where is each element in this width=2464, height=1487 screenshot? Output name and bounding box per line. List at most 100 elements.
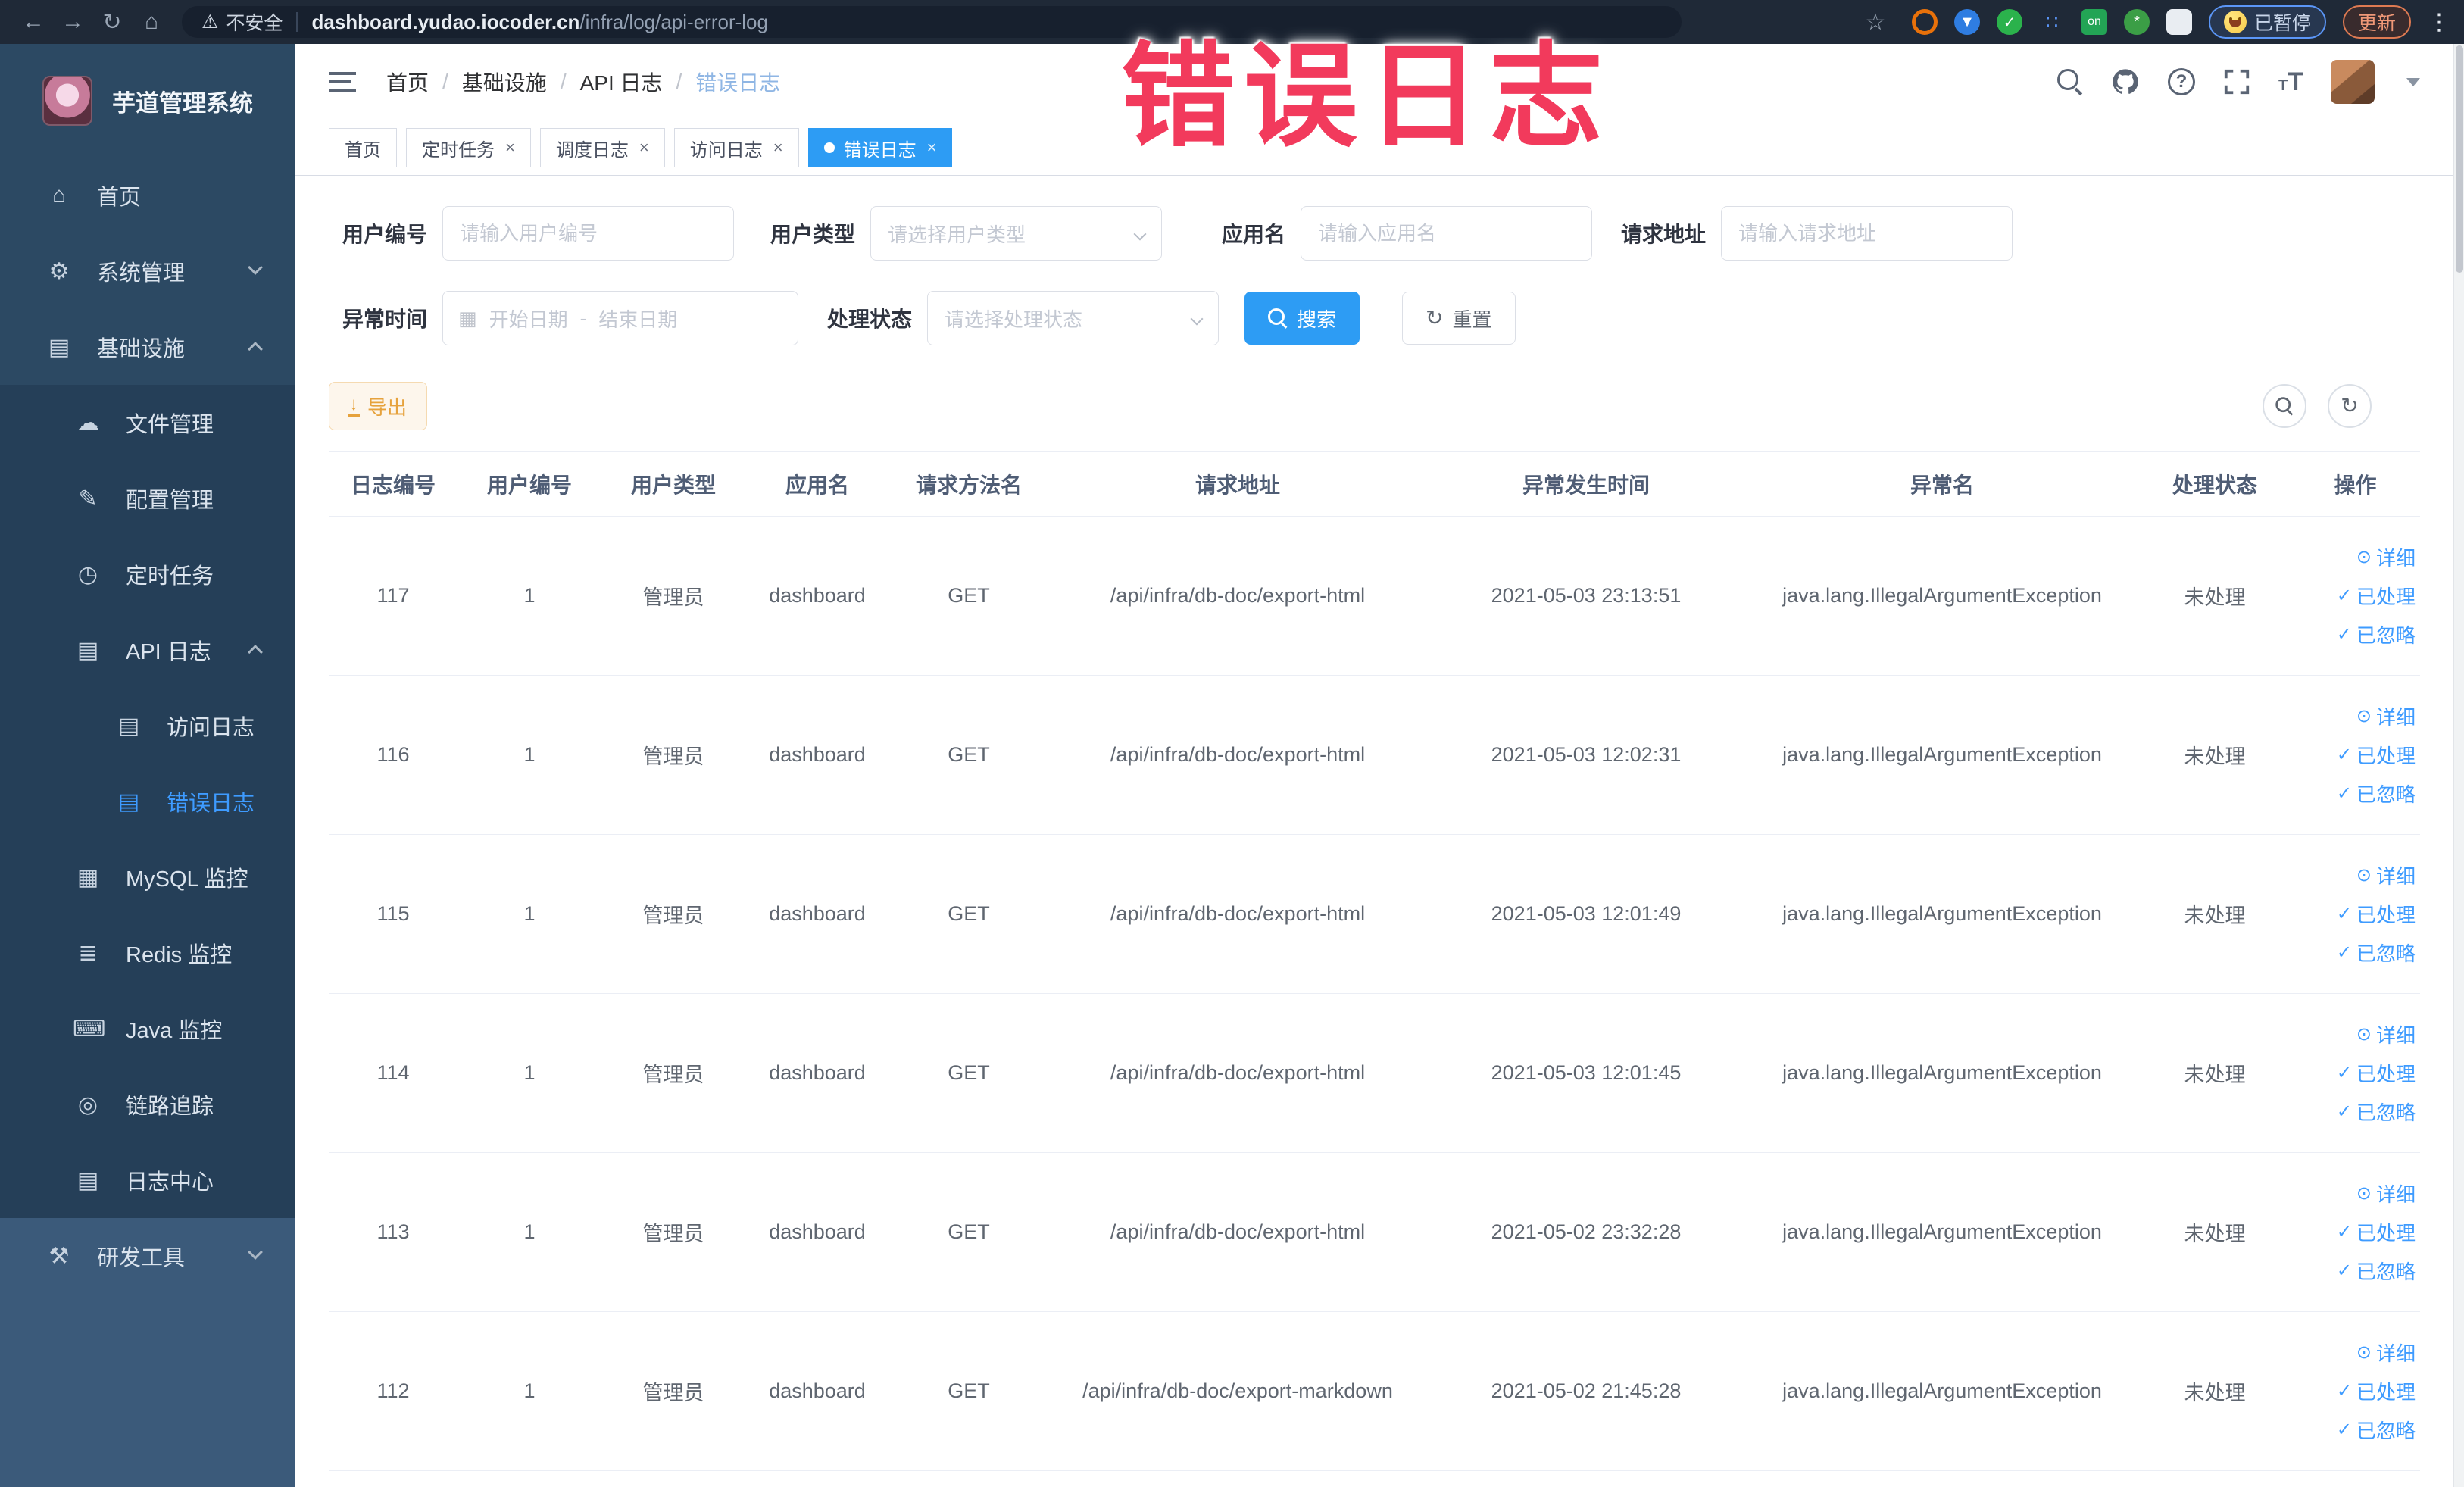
app-logo[interactable]: 芋道管理系统 (0, 44, 295, 158)
check-icon: ✓ (2336, 745, 2352, 765)
breadcrumb-home[interactable]: 首页 (386, 67, 429, 97)
caret-down-icon[interactable] (2406, 77, 2420, 86)
refresh-table-button[interactable]: ↻ (2328, 384, 2372, 428)
paused-badge[interactable]: 已暂停 (2208, 5, 2326, 39)
process-status-select[interactable]: 请选择处理状态 (927, 291, 1219, 345)
back-icon[interactable]: ← (14, 9, 53, 35)
mark-ignored-link[interactable]: ✓ 已忽略 (2337, 1416, 2416, 1444)
sidebar-item-error-log[interactable]: ▤ 错误日志 (0, 764, 295, 839)
scrollbar-thumb[interactable] (2456, 45, 2463, 273)
search-button[interactable]: 搜索 (1244, 292, 1360, 345)
detail-link[interactable]: ⊙ 详细 (2356, 1020, 2416, 1048)
fullscreen-icon[interactable] (2222, 67, 2251, 96)
tab-scheduled-tasks[interactable]: 定时任务 × (406, 128, 531, 167)
help-icon[interactable]: ? (2168, 68, 2195, 95)
check-icon: ✓ (2336, 1381, 2352, 1401)
active-tab-dot (823, 142, 835, 153)
cell-app-name: dashboard (745, 516, 889, 676)
mark-ignored-link[interactable]: ✓ 已忽略 (2337, 779, 2416, 808)
warning-icon: ⚠ (201, 11, 219, 33)
cell-log-id: 113 (329, 1152, 458, 1312)
calendar-icon: ▦ (458, 306, 477, 330)
col-request-url: 请求地址 (1048, 451, 1427, 517)
browser-menu-icon[interactable]: ⋮ (2428, 9, 2450, 36)
sidebar-item-access-log[interactable]: ▤ 访问日志 (0, 688, 295, 764)
forward-icon[interactable]: → (53, 9, 92, 35)
toggle-search-button[interactable] (2263, 384, 2306, 428)
mark-processed-link[interactable]: ✓ 已处理 (2337, 900, 2416, 928)
reset-button[interactable]: ↻ 重置 (1402, 292, 1516, 345)
close-icon[interactable]: × (927, 138, 937, 158)
breadcrumb-api-log[interactable]: API 日志 (580, 67, 663, 97)
export-button[interactable]: ↓ 导出 (329, 382, 428, 430)
sidebar-item-config-management[interactable]: ✎ 配置管理 (0, 461, 295, 536)
sidebar-item-trace[interactable]: ◎ 链路追踪 (0, 1067, 295, 1142)
sidebar-item-file-management[interactable]: ☁ 文件管理 (0, 385, 295, 461)
mark-processed-link[interactable]: ✓ 已处理 (2337, 741, 2416, 769)
tab-schedule-log[interactable]: 调度日志 × (539, 128, 665, 167)
detail-link[interactable]: ⊙ 详细 (2356, 861, 2416, 889)
cell-process-status: 未处理 (2139, 675, 2291, 835)
request-url-input[interactable] (1721, 206, 2013, 261)
extension-grid-icon[interactable]: ∷ (2039, 9, 2065, 35)
mark-ignored-link[interactable]: ✓ 已忽略 (2337, 939, 2416, 967)
mark-ignored-link[interactable]: ✓ 已忽略 (2337, 1257, 2416, 1285)
tab-home[interactable]: 首页 (329, 128, 397, 167)
user-avatar[interactable] (2331, 60, 2375, 104)
cell-user-type: 管理员 (601, 993, 745, 1153)
extension-sprout-icon[interactable]: * (2123, 9, 2150, 35)
mark-processed-link[interactable]: ✓ 已处理 (2337, 1218, 2416, 1246)
mark-processed-link[interactable]: ✓ 已处理 (2337, 582, 2416, 610)
sidebar-item-system-management[interactable]: ⚙ 系统管理 (0, 233, 295, 309)
cell-exception-name: java.lang.IllegalArgumentException (1745, 675, 2139, 835)
timer-icon: ◷ (77, 561, 98, 587)
close-icon[interactable]: × (639, 138, 649, 158)
close-icon[interactable]: × (505, 138, 515, 158)
reload-icon[interactable]: ↻ (92, 9, 132, 36)
page-scrollbar[interactable] (2453, 44, 2464, 1487)
extension-shield-icon[interactable]: ▼ (1953, 9, 1980, 35)
detail-link[interactable]: ⊙ 详细 (2356, 543, 2416, 571)
tab-error-log[interactable]: 错误日志 × (807, 128, 953, 167)
extension-on-badge-icon[interactable]: on (2081, 9, 2107, 35)
divider (296, 12, 298, 32)
sidebar-item-infrastructure[interactable]: ▤ 基础设施 (0, 309, 295, 385)
mark-processed-link[interactable]: ✓ 已处理 (2337, 1059, 2416, 1087)
detail-link[interactable]: ⊙ 详细 (2356, 1179, 2416, 1207)
security-chip[interactable]: ⚠ 不安全 (201, 8, 283, 36)
hamburger-icon[interactable] (329, 72, 356, 92)
detail-link[interactable]: ⊙ 详细 (2356, 1339, 2416, 1367)
sidebar-item-devtools[interactable]: ⚒ 研发工具 (0, 1218, 295, 1294)
font-size-icon[interactable]: TT (2278, 67, 2303, 97)
eye-icon: ⊙ (2356, 1183, 2372, 1204)
search-icon[interactable] (2057, 69, 2083, 95)
breadcrumb-infrastructure[interactable]: 基础设施 (462, 67, 547, 97)
github-icon[interactable] (2110, 67, 2141, 97)
user-type-select[interactable]: 请选择用户类型 (870, 206, 1162, 261)
mark-processed-link[interactable]: ✓ 已处理 (2337, 1377, 2416, 1405)
extension-orange-icon[interactable] (1911, 9, 1938, 35)
extension-green-check-icon[interactable]: ✓ (1996, 9, 2022, 35)
range-separator: - (579, 306, 587, 330)
update-button[interactable]: 更新 (2342, 5, 2411, 39)
sidebar-item-mysql-monitor[interactable]: ▦ MySQL 监控 (0, 839, 295, 915)
app-name-input[interactable] (1301, 206, 1592, 261)
tab-access-log[interactable]: 访问日志 × (673, 128, 799, 167)
user-id-input[interactable] (442, 206, 734, 261)
sidebar-item-java-monitor[interactable]: ⌨ Java 监控 (0, 991, 295, 1067)
sidebar-item-api-log[interactable]: ▤ API 日志 (0, 612, 295, 688)
sidebar-item-scheduled-tasks[interactable]: ◷ 定时任务 (0, 536, 295, 612)
bookmark-star-icon[interactable]: ☆ (1856, 9, 1895, 36)
mark-ignored-link[interactable]: ✓ 已忽略 (2337, 620, 2416, 648)
exception-time-label: 异常时间 (342, 308, 427, 331)
detail-link[interactable]: ⊙ 详细 (2356, 702, 2416, 730)
mark-ignored-link[interactable]: ✓ 已忽略 (2337, 1098, 2416, 1126)
sidebar-item-log-center[interactable]: ▤ 日志中心 (0, 1142, 295, 1218)
extensions-puzzle-icon[interactable] (2166, 9, 2192, 35)
exception-time-range-picker[interactable]: ▦ 开始日期 - 结束日期 (442, 291, 798, 345)
close-icon[interactable]: × (773, 138, 783, 158)
sidebar-item-home[interactable]: ⌂ 首页 (0, 158, 295, 233)
sidebar-item-redis-monitor[interactable]: ≣ Redis 监控 (0, 915, 295, 991)
browser-home-icon[interactable]: ⌂ (132, 9, 171, 35)
cell-app-name: dashboard (745, 834, 889, 994)
